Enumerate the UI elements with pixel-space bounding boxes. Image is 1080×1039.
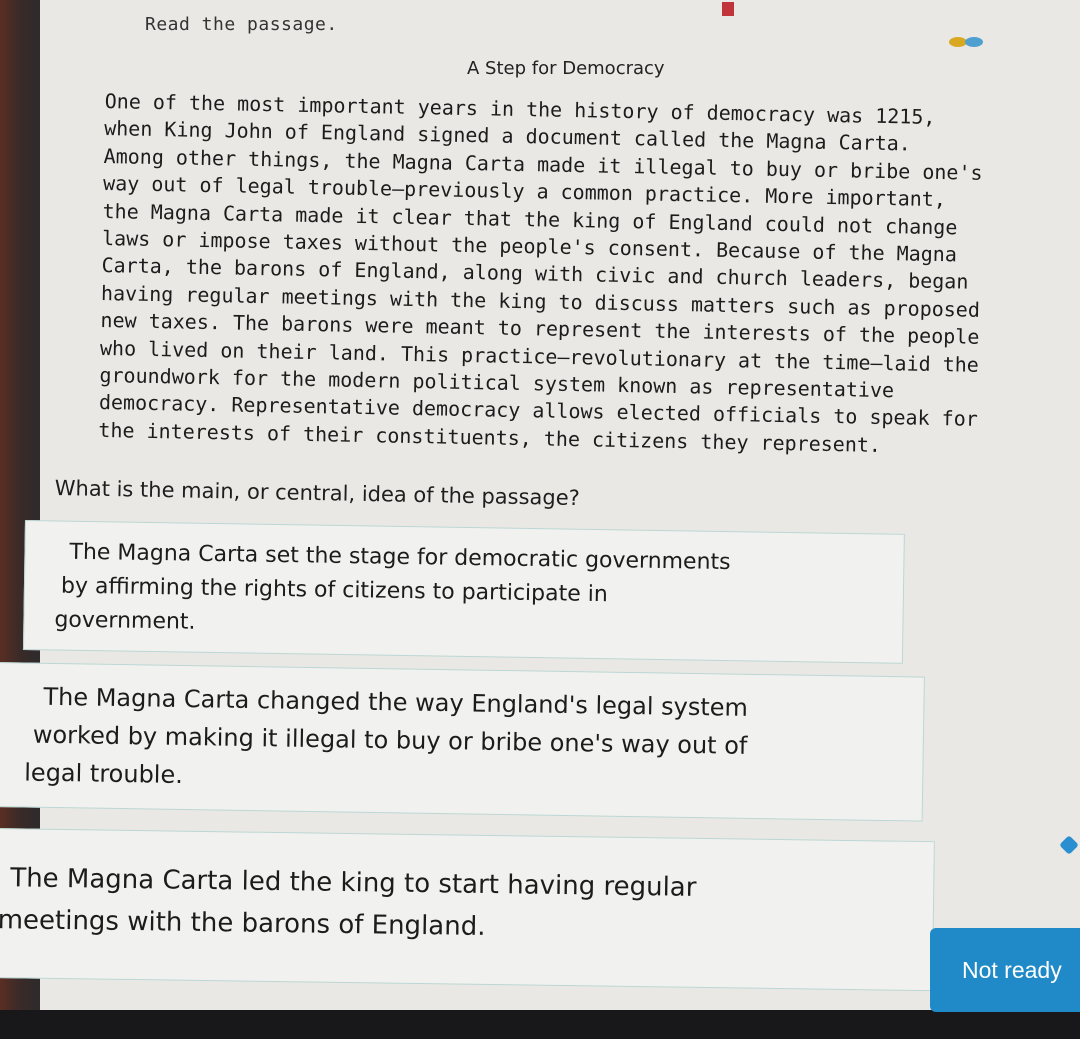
answer-choice-1[interactable]: The Magna Carta set the stage for democr…: [22, 520, 905, 664]
device-bezel-bottom: [0, 1010, 1080, 1039]
answer-choice-2[interactable]: The Magna Carta changed the way England'…: [0, 662, 925, 822]
passage-body: One of the most important years in the h…: [98, 88, 1060, 463]
photo-frame: Read the passage. A Step for Democracy O…: [0, 0, 1080, 1039]
instructions-text: Read the passage.: [145, 14, 338, 35]
bookmark-icon[interactable]: [722, 2, 734, 16]
not-ready-button[interactable]: Not ready: [930, 928, 1080, 1012]
answer-choice-3[interactable]: The Magna Carta led the king to start ha…: [0, 828, 935, 992]
audio-toggle-icon[interactable]: [946, 36, 986, 48]
passage-title: A Step for Democracy: [467, 58, 665, 79]
